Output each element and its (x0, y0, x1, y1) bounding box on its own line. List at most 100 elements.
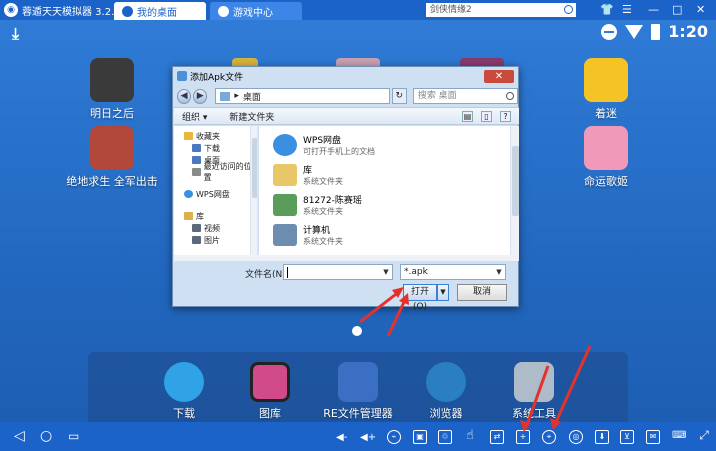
new-folder-button[interactable]: 新建文件夹 (229, 110, 274, 123)
nav-item-recent[interactable]: 最近访问的位置 (184, 162, 257, 182)
home-button-icon[interactable]: ○ (40, 429, 52, 443)
app-label: 浏览器 (429, 407, 463, 420)
close-icon[interactable]: ✕ (696, 4, 705, 15)
download-icon (164, 362, 204, 402)
app-zhaomi[interactable]: 着迷 (578, 58, 634, 121)
file-item-library[interactable]: 库系统文件夹 (273, 162, 343, 188)
back-arrow-icon[interactable]: ◀ (177, 88, 192, 104)
volume-up-icon[interactable]: ◀+ (360, 431, 376, 445)
scroll-thumb[interactable] (512, 146, 519, 216)
folder-icon (338, 362, 378, 402)
dock-app-browser[interactable]: 浏览器 (416, 362, 476, 421)
file-item-computer[interactable]: 计算机 系统文件夹 (273, 222, 343, 248)
dialog-search-input[interactable]: 搜索 桌面 (412, 88, 518, 104)
horizontal-scrollbar[interactable] (174, 255, 519, 261)
open-button[interactable]: 打开(O) (403, 284, 437, 312)
app-icon (584, 58, 628, 102)
app-mingyun-geji[interactable]: 命运歌姬 (574, 126, 638, 189)
dialog-title-bar: 添加Apk文件 (173, 67, 518, 85)
help-icon[interactable]: ? (500, 111, 511, 122)
shake-icon[interactable]: ⌁ (387, 430, 401, 444)
scroll-thumb[interactable] (252, 138, 257, 198)
file-scrollbar[interactable] (510, 126, 519, 255)
volume-down-icon[interactable]: ◀- (336, 431, 347, 445)
gallery-icon (250, 362, 290, 402)
search-icon (505, 92, 514, 100)
file-desc: 可打开手机上的文档 (303, 147, 375, 156)
nav-item-favorites[interactable]: 收藏夹 (184, 130, 257, 142)
nav-item-videos[interactable]: 视频 (184, 222, 257, 234)
chevron-down-icon[interactable]: ▼ (493, 265, 505, 279)
back-icon[interactable]: ◁ (14, 429, 25, 443)
touch-icon[interactable]: ☝ (463, 429, 477, 444)
dialog-close-button[interactable]: ✕ (484, 70, 514, 83)
menu-icon[interactable]: ☰ (622, 4, 632, 15)
file-type-filter[interactable]: *.apk ▼ (400, 264, 506, 280)
filename-input[interactable]: ▼ (283, 264, 393, 280)
nav-label: 图片 (204, 235, 220, 245)
shirt-icon[interactable]: 👕 (600, 4, 614, 15)
file-item-user[interactable]: 81272-陈赛瑶 系统文件夹 (273, 192, 362, 218)
chevron-down-icon[interactable]: ▼ (380, 265, 392, 279)
recent-apps-icon[interactable]: ▭ (68, 429, 79, 443)
battery-icon (651, 23, 661, 40)
dock-app-download[interactable]: 下载 (154, 362, 214, 421)
address-bar[interactable]: ▸ 桌面 (215, 88, 390, 104)
fullscreen-icon[interactable]: ⤢ (697, 429, 711, 444)
add-apk-dialog: 添加Apk文件 ✕ ◀ ▶ ▸ 桌面 ↻ 搜索 桌面 组织 ▾ 新建文件夹 ▤ … (172, 66, 519, 312)
screen-record-icon[interactable]: ⊻ (620, 430, 634, 444)
forward-arrow-icon[interactable]: ▶ (193, 88, 208, 104)
chat-icon[interactable]: ✉ (646, 430, 660, 444)
cancel-button[interactable]: 取消 (457, 284, 507, 301)
user-folder-icon (273, 194, 297, 216)
page-indicator-dot (352, 326, 362, 336)
app-icon (90, 58, 134, 102)
download-notification-icon: ⤓ (12, 24, 20, 43)
file-item-wps[interactable]: WPS网盘 可打开手机上的文档 (273, 132, 375, 158)
download-toolbar-icon[interactable]: ⬇ (595, 430, 609, 444)
refresh-icon[interactable]: ↻ (391, 88, 407, 104)
dock-app-re-file-manager[interactable]: RE文件管理器 (316, 362, 400, 421)
app-label: 明日之后 (90, 107, 134, 120)
nav-item-pictures[interactable]: 图片 (184, 234, 257, 246)
view-options-icon[interactable]: ▤ (462, 111, 473, 122)
emulator-logo-icon: ◉ (4, 3, 18, 17)
tab-my-desktop[interactable]: 我的桌面 (114, 2, 206, 20)
picture-icon (192, 236, 201, 244)
dock-app-system-tools[interactable]: 系统工具 (502, 362, 566, 421)
file-name: WPS网盘 (303, 136, 342, 146)
emulator-search-input[interactable]: 剑侠情缘2 (426, 3, 576, 17)
search-icon[interactable] (564, 5, 573, 14)
keyboard-icon[interactable]: ⌨ (672, 430, 686, 444)
clear-icon[interactable]: ♲ (438, 430, 452, 444)
app-mingri-zhihou[interactable]: 明日之后 (82, 58, 142, 121)
navigation-pane: 收藏夹 下载 桌面 最近访问的位置 WPS网盘 库 视频 图片 (174, 126, 258, 255)
location-icon[interactable]: ⌖ (542, 430, 556, 444)
search-placeholder: 搜索 桌面 (417, 91, 457, 101)
chevron-right-icon: ▸ (234, 91, 239, 101)
tab-label: 游戏中心 (233, 7, 273, 19)
open-dropdown-button[interactable]: ▼ (437, 284, 449, 301)
app-pubg[interactable]: 绝地求生 全军出击 (60, 126, 164, 189)
video-icon (192, 224, 201, 232)
tab-game-center[interactable]: 游戏中心 (210, 2, 302, 20)
organize-button[interactable]: 组织 ▾ (182, 110, 207, 123)
nav-label: 收藏夹 (196, 131, 220, 141)
nav-item-wps[interactable]: WPS网盘 (184, 188, 257, 200)
app-label: 绝地求生 全军出击 (66, 175, 158, 188)
screenshot-icon[interactable]: ▣ (413, 430, 427, 444)
search-value: 剑侠情缘2 (430, 5, 472, 15)
minimize-icon[interactable]: — (648, 4, 659, 15)
do-not-disturb-icon (601, 23, 618, 40)
maximize-icon[interactable]: □ (672, 4, 682, 15)
computer-icon (273, 224, 297, 246)
nav-label: 视频 (204, 223, 220, 233)
nav-item-libraries[interactable]: 库 (184, 210, 257, 222)
nav-scrollbar[interactable] (250, 126, 257, 255)
nav-item-downloads[interactable]: 下载 (184, 142, 257, 154)
install-apk-icon[interactable]: + (516, 430, 530, 444)
dock-app-gallery[interactable]: 图库 (240, 362, 300, 421)
gps-icon[interactable]: ◎ (569, 430, 583, 444)
preview-pane-icon[interactable]: ▯ (481, 111, 492, 122)
file-share-icon[interactable]: ⇄ (490, 430, 504, 444)
